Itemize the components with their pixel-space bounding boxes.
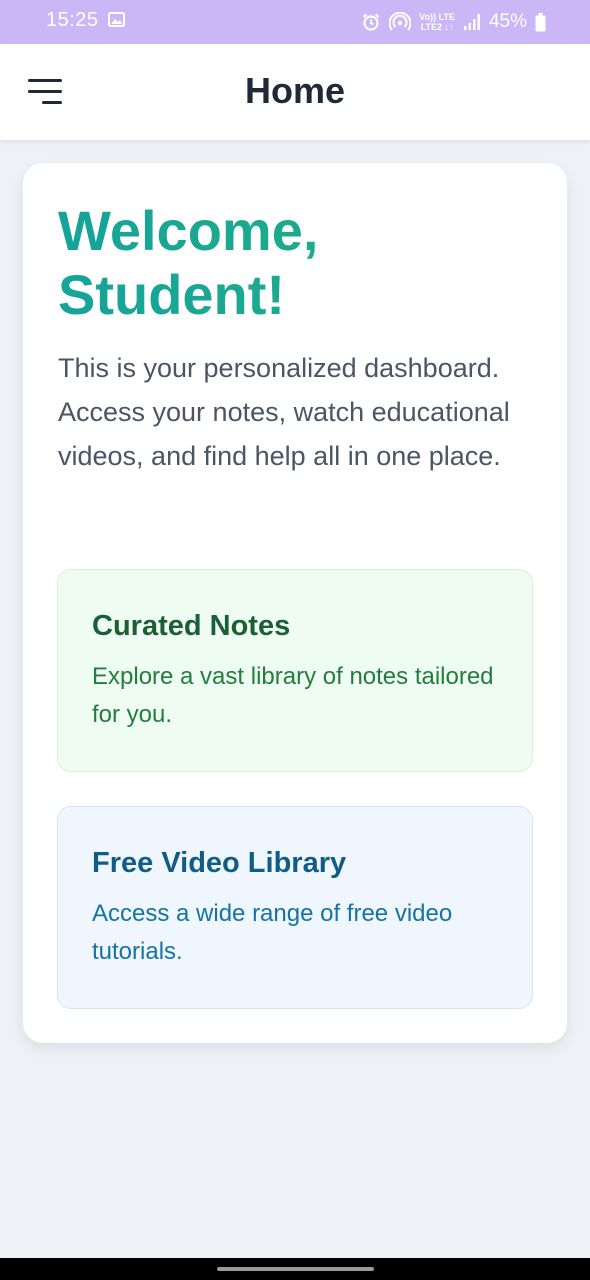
network-type-top: Vo)) LTE	[419, 12, 455, 22]
battery-icon	[535, 12, 546, 31]
intro-text: This is your personalized dashboard. Acc…	[58, 353, 510, 471]
status-time: 15:25	[46, 9, 99, 31]
status-indicators: Vo)) LTE LTE2 ↓↑ 45%	[361, 8, 546, 36]
home-gesture-handle[interactable]	[217, 1267, 374, 1271]
welcome-card: Welcome, Student! This is your personali…	[23, 163, 567, 1043]
battery-percentage: 45%	[488, 11, 527, 32]
status-bar: 15:25 Vo)) LTE LTE2 ↓↑ 45%	[0, 0, 590, 44]
alarm-icon	[363, 13, 380, 31]
system-navigation-bar	[0, 1258, 590, 1280]
welcome-heading: Welcome, Student!	[58, 199, 538, 327]
signal-icon	[463, 14, 480, 30]
network-type: Vo)) LTE LTE2 ↓↑	[419, 12, 455, 32]
hotspot-icon	[389, 12, 412, 31]
feature-description: Access a wide range of free video tutori…	[92, 900, 453, 965]
video-library-card[interactable]: Free Video Library Access a wide range o…	[57, 806, 533, 1009]
feature-description: Explore a vast library of notes tailored…	[92, 663, 494, 728]
feature-title: Free Video Library	[92, 847, 347, 879]
curated-notes-card[interactable]: Curated Notes Explore a vast library of …	[57, 569, 533, 772]
feature-title: Curated Notes	[92, 610, 291, 642]
app-header: Home	[0, 44, 590, 140]
network-type-bottom: LTE2 ↓↑	[420, 22, 454, 32]
page-title: Home	[244, 70, 346, 111]
gallery-icon	[108, 12, 125, 27]
